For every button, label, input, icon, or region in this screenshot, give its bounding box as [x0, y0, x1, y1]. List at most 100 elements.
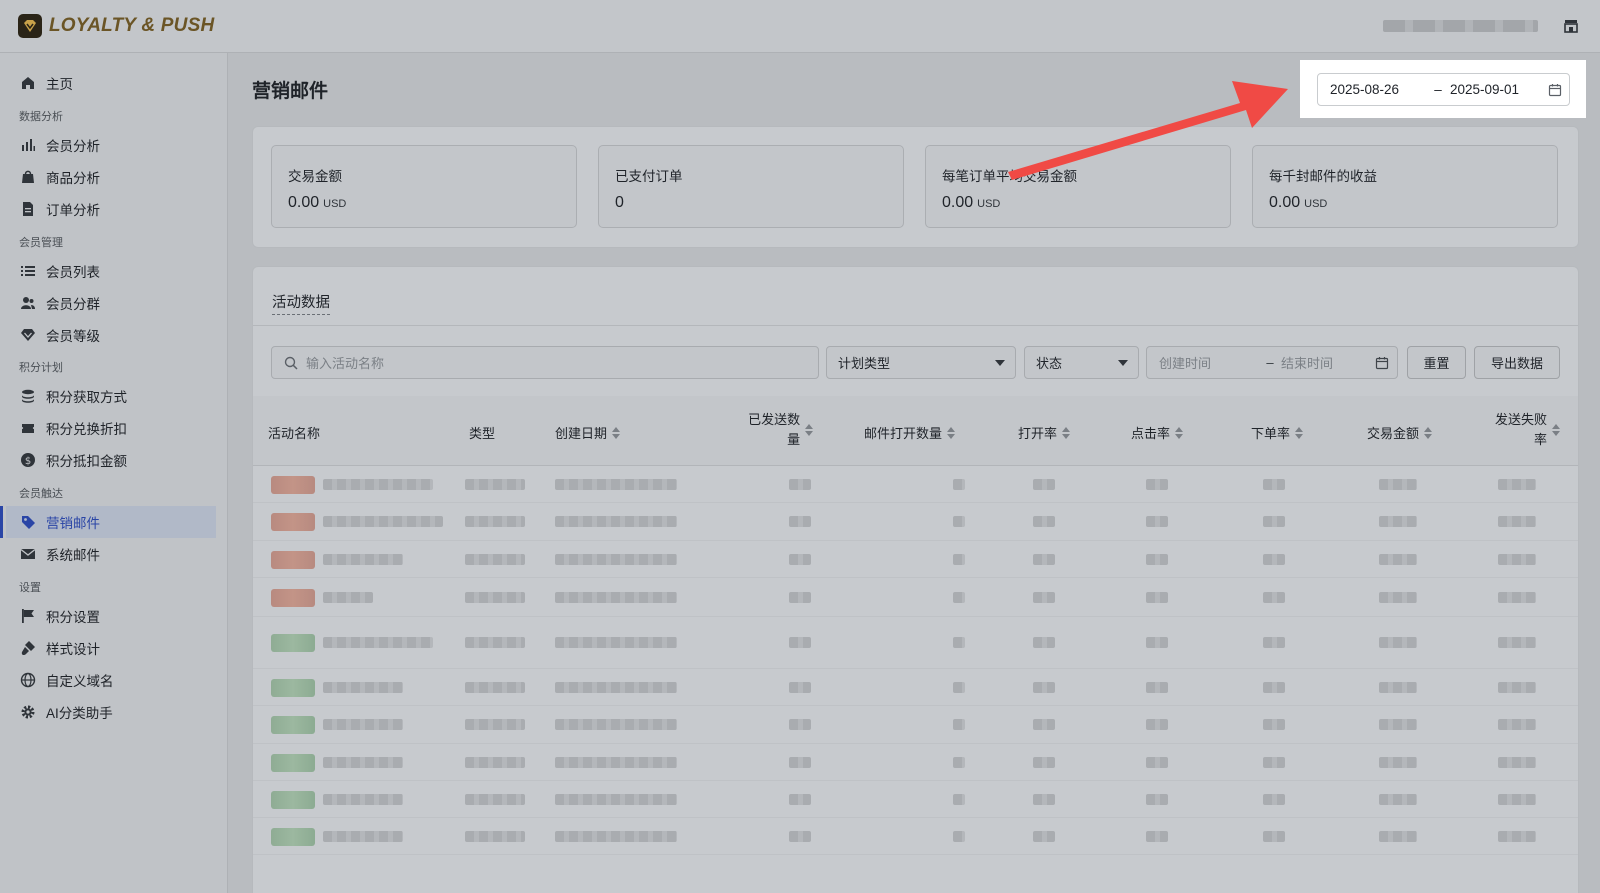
gear-icon	[21, 705, 35, 719]
blurred-cell	[1379, 516, 1417, 527]
date-range-start[interactable]: 2025-08-26	[1330, 82, 1426, 97]
column-header-sent-count[interactable]: 已发送数量	[743, 410, 813, 450]
blurred-cell	[1263, 516, 1285, 527]
calendar-icon[interactable]	[1375, 356, 1389, 370]
app-logo[interactable]: LOYALTY & PUSH	[18, 14, 214, 38]
table-row[interactable]	[253, 706, 1578, 744]
blurred-cell	[1498, 637, 1536, 648]
blurred-cell	[953, 682, 965, 693]
sidebar-item-points-amount[interactable]: $ 积分抵扣金额	[6, 444, 216, 476]
globe-icon	[20, 672, 36, 688]
reset-button[interactable]: 重置	[1407, 346, 1466, 379]
metrics-card: 交易金额 0.00 USD 已支付订单 0 每笔订单平均交易金额 0.00 USD …	[252, 126, 1579, 248]
created-end-placeholder[interactable]: 结束时间	[1281, 353, 1375, 372]
status-select[interactable]: 状态	[1024, 346, 1139, 379]
column-header-created-date[interactable]: 创建日期	[555, 423, 621, 442]
table-row[interactable]	[253, 669, 1578, 706]
blurred-cell	[1379, 757, 1417, 768]
blurred-cell	[1146, 516, 1168, 527]
column-header-fail-rate[interactable]: 发送失败率	[1489, 410, 1561, 450]
shopping-bag-icon	[22, 170, 34, 183]
sidebar-item-label: 会员分析	[46, 139, 100, 154]
sidebar-item-order-analysis[interactable]: 订单分析	[6, 193, 216, 225]
blurred-cell	[1498, 479, 1536, 490]
ticket-icon	[22, 424, 34, 433]
blurred-cell	[555, 516, 677, 527]
metric-label: 交易金额	[288, 169, 342, 184]
sort-icon	[805, 424, 813, 436]
sidebar-item-style-design[interactable]: 样式设计	[6, 632, 216, 664]
column-header-click-rate[interactable]: 点击率	[1131, 423, 1184, 442]
blurred-cell	[465, 831, 525, 842]
blurred-cell	[789, 757, 811, 768]
sidebar-item-system-email[interactable]: 系统邮件	[6, 538, 216, 570]
calendar-icon[interactable]	[1548, 83, 1562, 97]
column-header-open-rate[interactable]: 打开率	[1018, 423, 1071, 442]
blurred-cell	[1033, 794, 1055, 805]
sidebar-item-member-segments[interactable]: 会员分群	[6, 287, 216, 319]
blurred-cell	[555, 682, 677, 693]
tag-icon	[22, 516, 35, 529]
blurred-cell	[465, 592, 525, 603]
sidebar-item-points-earning[interactable]: 积分获取方式	[6, 380, 216, 412]
table-row[interactable]	[253, 578, 1578, 617]
created-time-range[interactable]: 创建时间 – 结束时间	[1146, 346, 1398, 379]
sidebar-item-label: 系统邮件	[46, 548, 100, 563]
sidebar-item-label: 订单分析	[46, 203, 100, 218]
column-header-amount[interactable]: 交易金额	[1367, 423, 1433, 442]
blurred-cell	[1379, 479, 1417, 490]
sidebar-item-points-settings[interactable]: 积分设置	[6, 600, 216, 632]
table-row[interactable]	[253, 541, 1578, 578]
blurred-cell	[1379, 554, 1417, 565]
table-row[interactable]	[253, 466, 1578, 503]
metric-value: 0.00 USD	[1269, 194, 1328, 211]
blurred-cell	[323, 719, 403, 730]
store-icon[interactable]	[1562, 17, 1580, 35]
blurred-cell	[465, 479, 525, 490]
sidebar-item-marketing-email[interactable]: 营销邮件	[0, 506, 216, 538]
blurred-cell	[1263, 554, 1285, 565]
user-account-blurred[interactable]	[1383, 20, 1538, 32]
blurred-cell	[953, 637, 965, 648]
blurred-cell	[1379, 592, 1417, 603]
sidebar-item-member-analysis[interactable]: 会员分析	[6, 129, 216, 161]
sidebar-item-custom-domain[interactable]: 自定义域名	[6, 664, 216, 696]
svg-text:$: $	[25, 456, 31, 467]
table-row[interactable]	[253, 744, 1578, 781]
sidebar-item-label: 积分兑换折扣	[46, 422, 127, 437]
blurred-cell	[1498, 554, 1536, 565]
blurred-cell	[1498, 682, 1536, 693]
flag-icon	[22, 609, 34, 623]
date-range-separator: –	[1434, 82, 1442, 97]
date-range-end[interactable]: 2025-09-01	[1450, 82, 1544, 97]
sidebar-item-ai-assistant[interactable]: AI分类助手	[6, 696, 216, 728]
brush-icon	[21, 641, 35, 656]
sort-icon	[1552, 424, 1560, 436]
search-input[interactable]: 输入活动名称	[271, 346, 819, 379]
plan-type-select[interactable]: 计划类型	[826, 346, 1016, 379]
sidebar-item-home[interactable]: 主页	[6, 67, 216, 99]
table-row[interactable]	[253, 781, 1578, 818]
status-badge	[271, 634, 315, 652]
nav-group-title: 积分计划	[19, 362, 63, 374]
blurred-cell	[1146, 479, 1168, 490]
column-header-order-rate[interactable]: 下单率	[1251, 423, 1304, 442]
table-row[interactable]	[253, 617, 1578, 669]
sidebar-item-member-list[interactable]: 会员列表	[6, 255, 216, 287]
table-row[interactable]	[253, 503, 1578, 541]
export-button[interactable]: 导出数据	[1474, 346, 1560, 379]
metric-avg-order-value: 每笔订单平均交易金额 0.00 USD	[925, 145, 1231, 228]
column-header-opened-count[interactable]: 邮件打开数量	[864, 423, 956, 442]
sidebar-item-points-discount[interactable]: 积分兑换折扣	[6, 412, 216, 444]
status-badge	[271, 754, 315, 772]
blurred-cell	[465, 637, 525, 648]
nav-group-title: 会员管理	[19, 237, 63, 249]
blurred-cell	[555, 479, 677, 490]
blurred-cell	[789, 554, 811, 565]
activity-title: 活动数据	[272, 291, 330, 315]
table-row[interactable]	[253, 818, 1578, 855]
created-start-placeholder[interactable]: 创建时间	[1159, 353, 1259, 372]
sidebar-item-product-analysis[interactable]: 商品分析	[6, 161, 216, 193]
date-range-picker[interactable]: 2025-08-26 – 2025-09-01	[1317, 73, 1570, 106]
sidebar-item-member-levels[interactable]: 会员等级	[6, 319, 216, 351]
